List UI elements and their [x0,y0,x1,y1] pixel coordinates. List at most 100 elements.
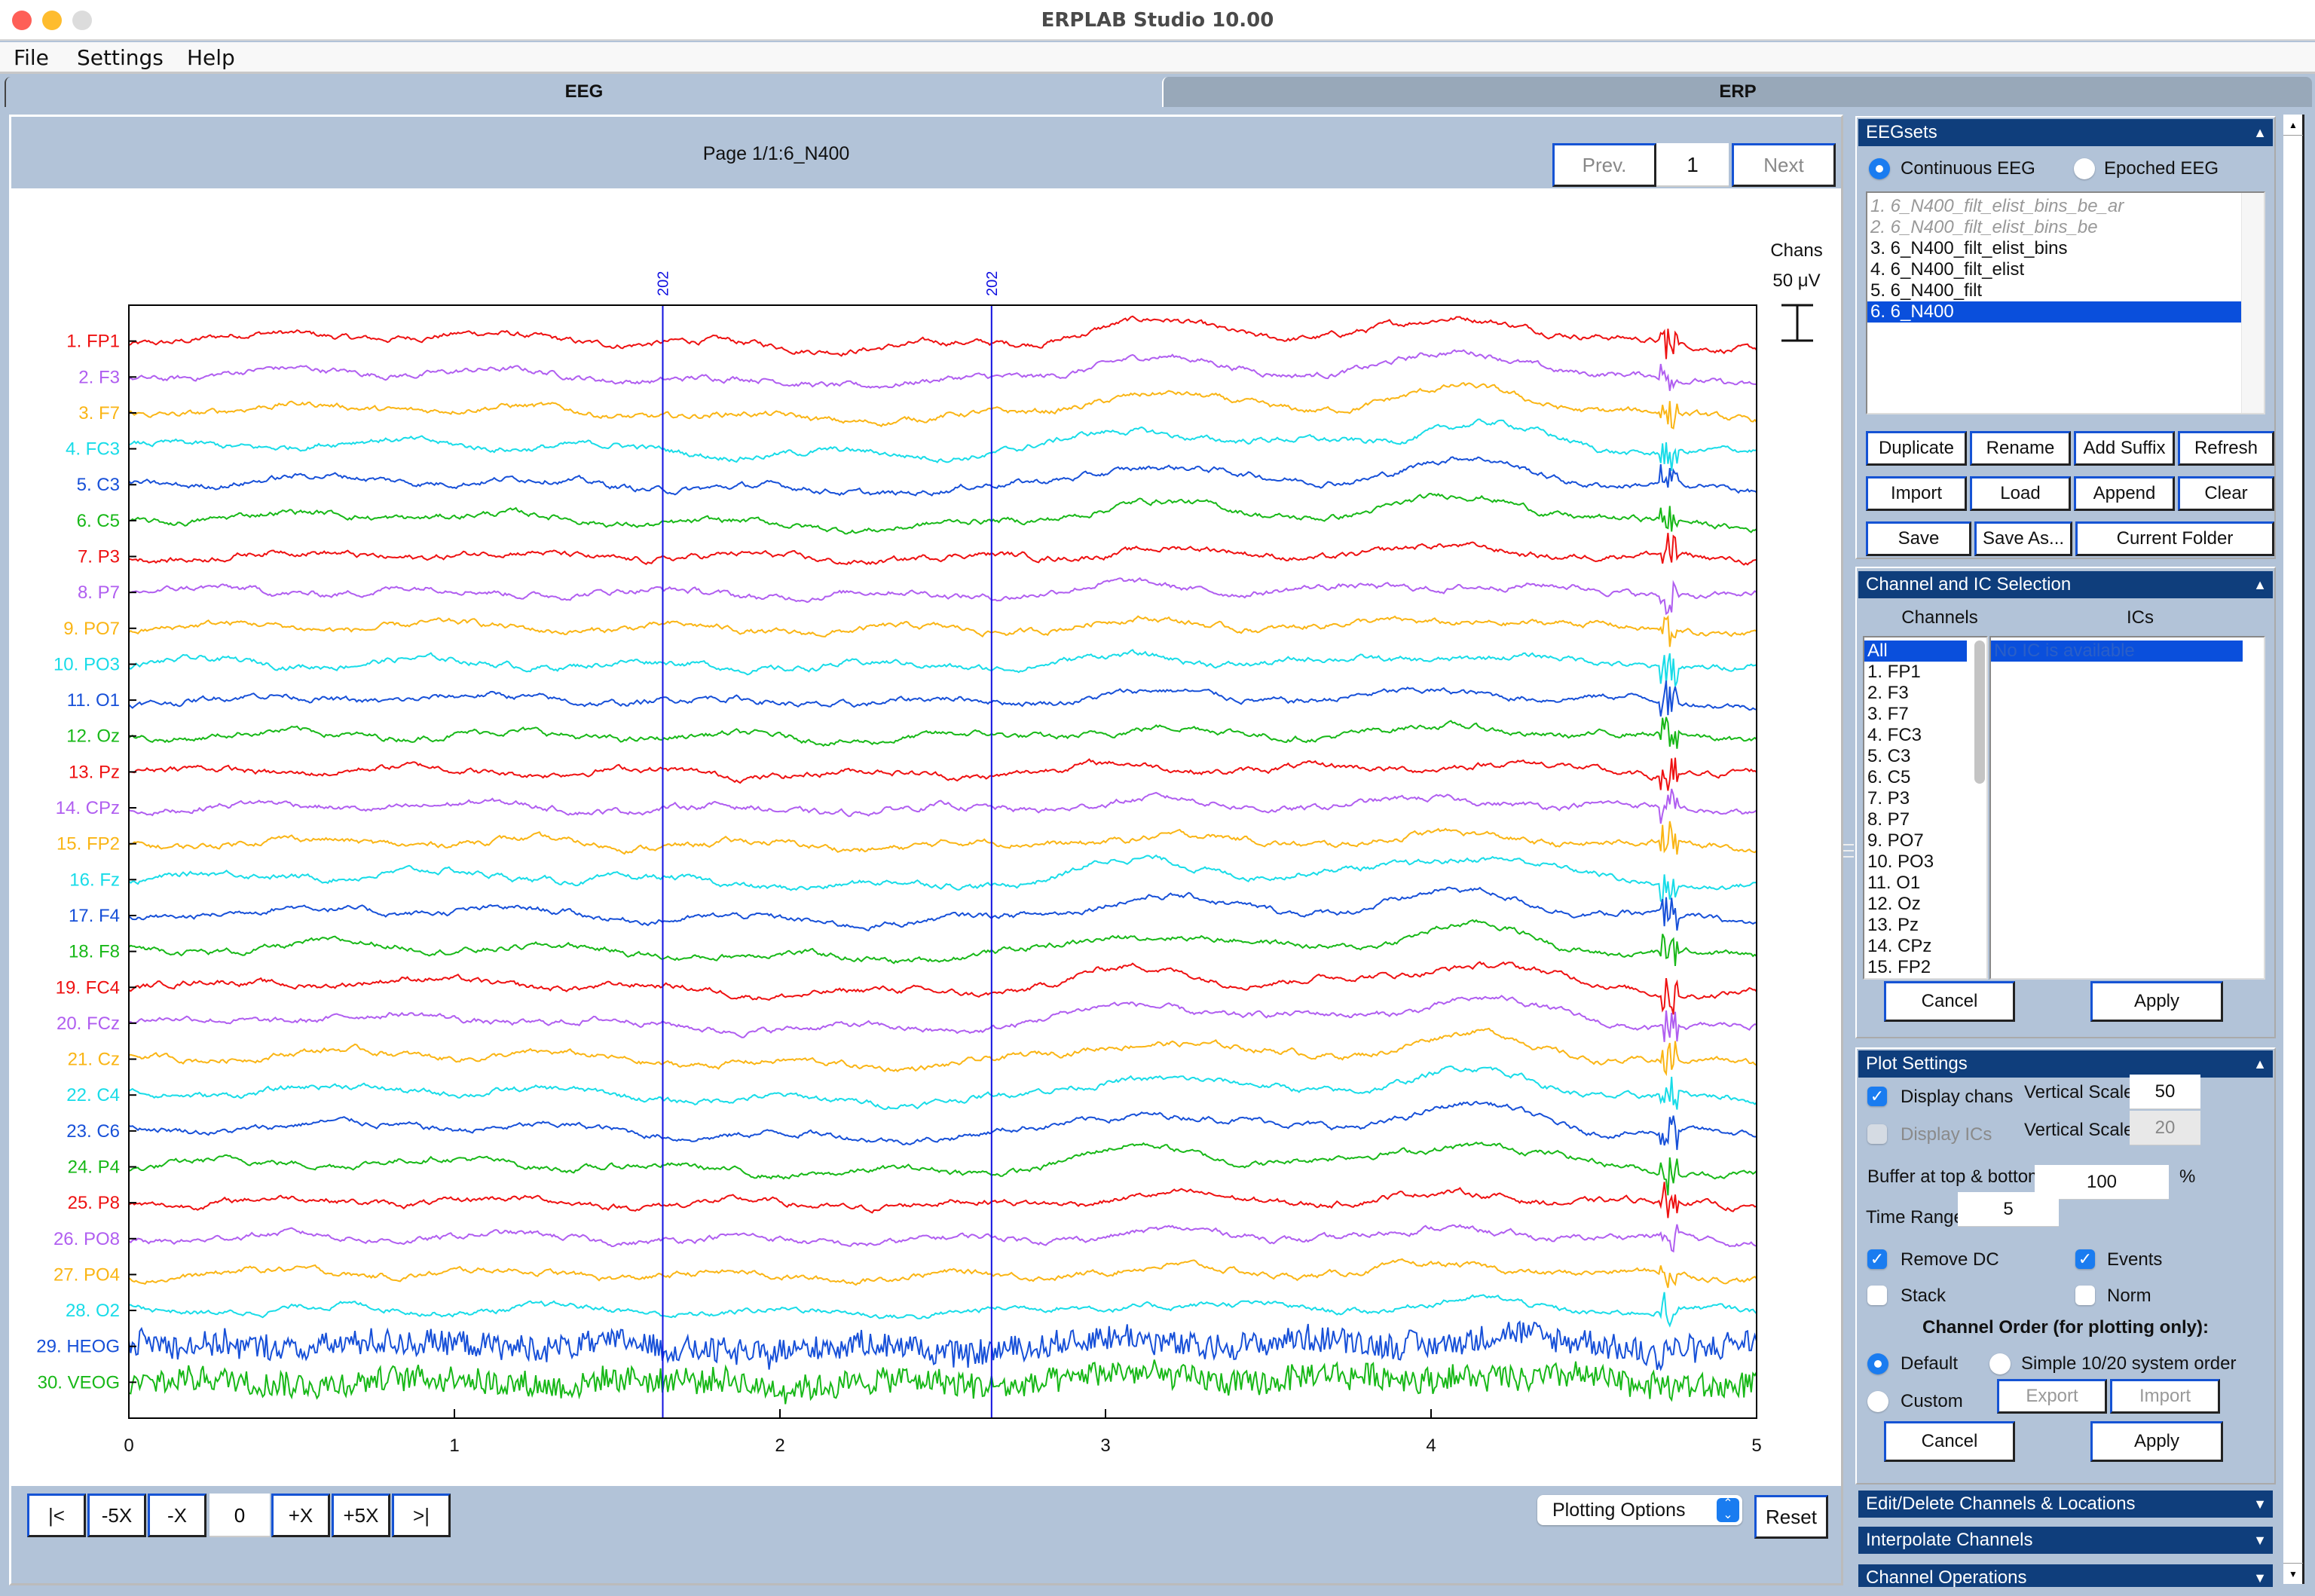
save-as-button[interactable]: Save As... [1974,521,2072,556]
shift-forward-button[interactable]: +X [271,1494,330,1537]
channel-apply-button[interactable]: Apply [2090,981,2223,1022]
channel-list-item[interactable]: 10. PO3 [1864,852,1967,873]
reset-button[interactable]: Reset [1754,1495,1828,1539]
time-shift-field[interactable]: 0 [209,1494,270,1537]
shift-back-button[interactable]: -X [148,1494,206,1537]
stack-checkbox[interactable] [1867,1286,1887,1305]
vertical-scale-label: Vertical Scale: [2024,1082,2139,1102]
shift-forward-5x-button[interactable]: +5X [332,1494,390,1537]
panel-scrollbar[interactable]: ▲ ▼ [2283,115,2304,1584]
edit-delete-channels-title: Edit/Delete Channels & Locations [1866,1494,2136,1514]
expand-down-icon[interactable]: ▼ [2253,1491,2267,1518]
order-custom-radio[interactable] [1867,1391,1888,1412]
channels-list[interactable]: All 1. FP1 2. F3 3. F7 4. FC3 5. C3 6. C5 7. P3… [1863,636,1988,980]
prev-page-button[interactable]: Prev. [1552,143,1656,187]
current-folder-button[interactable]: Current Folder [2075,521,2274,556]
menu-help[interactable]: Help [187,42,235,74]
eegset-item[interactable]: 5. 6_N400_filt [1867,280,2241,301]
norm-checkbox[interactable] [2075,1286,2095,1305]
scroll-up-icon[interactable]: ▲ [2283,115,2303,136]
shift-back-5x-button[interactable]: -5X [87,1494,146,1537]
ic-list-item[interactable]: No IC is available [1991,641,2243,662]
scroll-down-icon[interactable]: ▼ [2283,1563,2303,1584]
channel-list-item[interactable]: 15. FP2 [1864,957,1967,978]
channels-list-scrollbar-thumb[interactable] [1974,641,1985,784]
time-range-field[interactable]: 5 [1958,1192,2059,1227]
events-label: Events [2107,1249,2163,1270]
tab-erp[interactable]: ERP [1162,77,2312,107]
eegset-item[interactable]: 2. 6_N400_filt_elist_bins_be [1867,217,2241,238]
add-suffix-button[interactable]: Add Suffix [2074,431,2175,466]
jump-end-button[interactable]: >| [392,1494,451,1537]
refresh-button[interactable]: Refresh [2178,431,2274,466]
channel-list-item[interactable]: 4. FC3 [1864,725,1967,746]
channel-list-item[interactable]: 7. P3 [1864,788,1967,809]
menu-settings[interactable]: Settings [77,42,164,74]
display-ics-checkbox[interactable] [1867,1124,1887,1144]
interpolate-channels-title: Interpolate Channels [1866,1530,2033,1550]
order-default-radio[interactable] [1867,1353,1888,1374]
plotting-options-label: Plotting Options [1552,1500,1686,1521]
append-button[interactable]: Append [2074,476,2175,511]
expand-down-icon[interactable]: ▼ [2253,1527,2267,1554]
channel-list-item[interactable]: 14. CPz [1864,936,1967,957]
import-button[interactable]: Import [1866,476,1967,511]
plot-settings-apply-button[interactable]: Apply [2090,1421,2223,1462]
eegset-item[interactable]: 3. 6_N400_filt_elist_bins [1867,238,2241,259]
plot-settings-cancel-button[interactable]: Cancel [1884,1421,2015,1462]
eegsets-header[interactable]: EEGsets ▲ [1858,119,2273,146]
plot-settings-header[interactable]: Plot Settings ▲ [1858,1050,2273,1078]
eegsets-list[interactable]: 1. 6_N400_filt_elist_bins_be_ar 2. 6_N400… [1866,191,2265,414]
page-number-field[interactable]: 1 [1656,143,1729,187]
eegset-item[interactable]: 1. 6_N400_filt_elist_bins_be_ar [1867,196,2241,217]
collapse-up-icon[interactable]: ▲ [2253,119,2267,146]
eegsets-list-scrollbar[interactable] [2241,193,2264,413]
collapse-up-icon[interactable]: ▲ [2253,571,2267,598]
eegset-item[interactable]: 4. 6_N400_filt_elist [1867,259,2241,280]
clear-button[interactable]: Clear [2178,476,2274,511]
order-export-button[interactable]: Export [1997,1379,2107,1414]
next-page-button[interactable]: Next [1732,143,1836,187]
order-import-button[interactable]: Import [2110,1379,2220,1414]
remove-dc-checkbox[interactable]: ✓ [1867,1249,1887,1269]
menu-file[interactable]: File [14,42,49,74]
plotting-options-select[interactable]: Plotting Options ⌃ ⌄ [1537,1495,1742,1525]
expand-down-icon[interactable]: ▼ [2253,1564,2267,1587]
collapse-up-icon[interactable]: ▲ [2253,1050,2267,1078]
channel-list-item[interactable]: 12. Oz [1864,894,1967,915]
channel-list-item[interactable]: 9. PO7 [1864,830,1967,852]
channel-cancel-button[interactable]: Cancel [1884,981,2015,1022]
vertical-scale-ics-label: Vertical Scale: [2024,1120,2139,1140]
channel-list-item[interactable]: 1. FP1 [1864,662,1967,683]
time-range-label: Time Range: [1866,1207,1969,1228]
splitter-handle[interactable] [1843,844,1854,858]
vertical-scale-chans-field[interactable]: 50 [2130,1075,2200,1109]
channel-operations-header[interactable]: Channel Operations ▼ [1858,1564,2273,1587]
channel-list-item[interactable]: 5. C3 [1864,746,1967,767]
duplicate-button[interactable]: Duplicate [1866,431,1967,466]
vertical-scale-ics-field[interactable]: 20 [2130,1111,2200,1145]
channel-list-item[interactable]: 6. C5 [1864,767,1967,788]
channel-list-item[interactable]: 11. O1 [1864,873,1967,894]
display-chans-checkbox[interactable]: ✓ [1867,1087,1887,1106]
tab-eeg[interactable]: EEG [5,77,1162,107]
continuous-eeg-radio[interactable] [1869,158,1890,179]
interpolate-channels-header[interactable]: Interpolate Channels ▼ [1858,1527,2273,1554]
load-button[interactable]: Load [1970,476,2071,511]
rename-button[interactable]: Rename [1970,431,2071,466]
channel-list-item[interactable]: 2. F3 [1864,683,1967,704]
events-checkbox[interactable]: ✓ [2075,1249,2095,1269]
save-button[interactable]: Save [1866,521,1971,556]
ics-list[interactable]: No IC is available [1989,636,2265,980]
order-simple-radio[interactable] [1989,1353,2011,1374]
edit-delete-channels-header[interactable]: Edit/Delete Channels & Locations ▼ [1858,1491,2273,1518]
jump-start-button[interactable]: |< [27,1494,86,1537]
norm-label: Norm [2107,1286,2151,1306]
eegset-item[interactable]: 6. 6_N400 [1867,301,2241,323]
channel-list-item[interactable]: 3. F7 [1864,704,1967,725]
channel-list-item[interactable]: All [1864,641,1967,662]
channel-list-item[interactable]: 13. Pz [1864,915,1967,936]
epoched-eeg-radio[interactable] [2074,158,2095,179]
channel-ic-header[interactable]: Channel and IC Selection ▲ [1858,571,2273,598]
channel-list-item[interactable]: 8. P7 [1864,809,1967,830]
